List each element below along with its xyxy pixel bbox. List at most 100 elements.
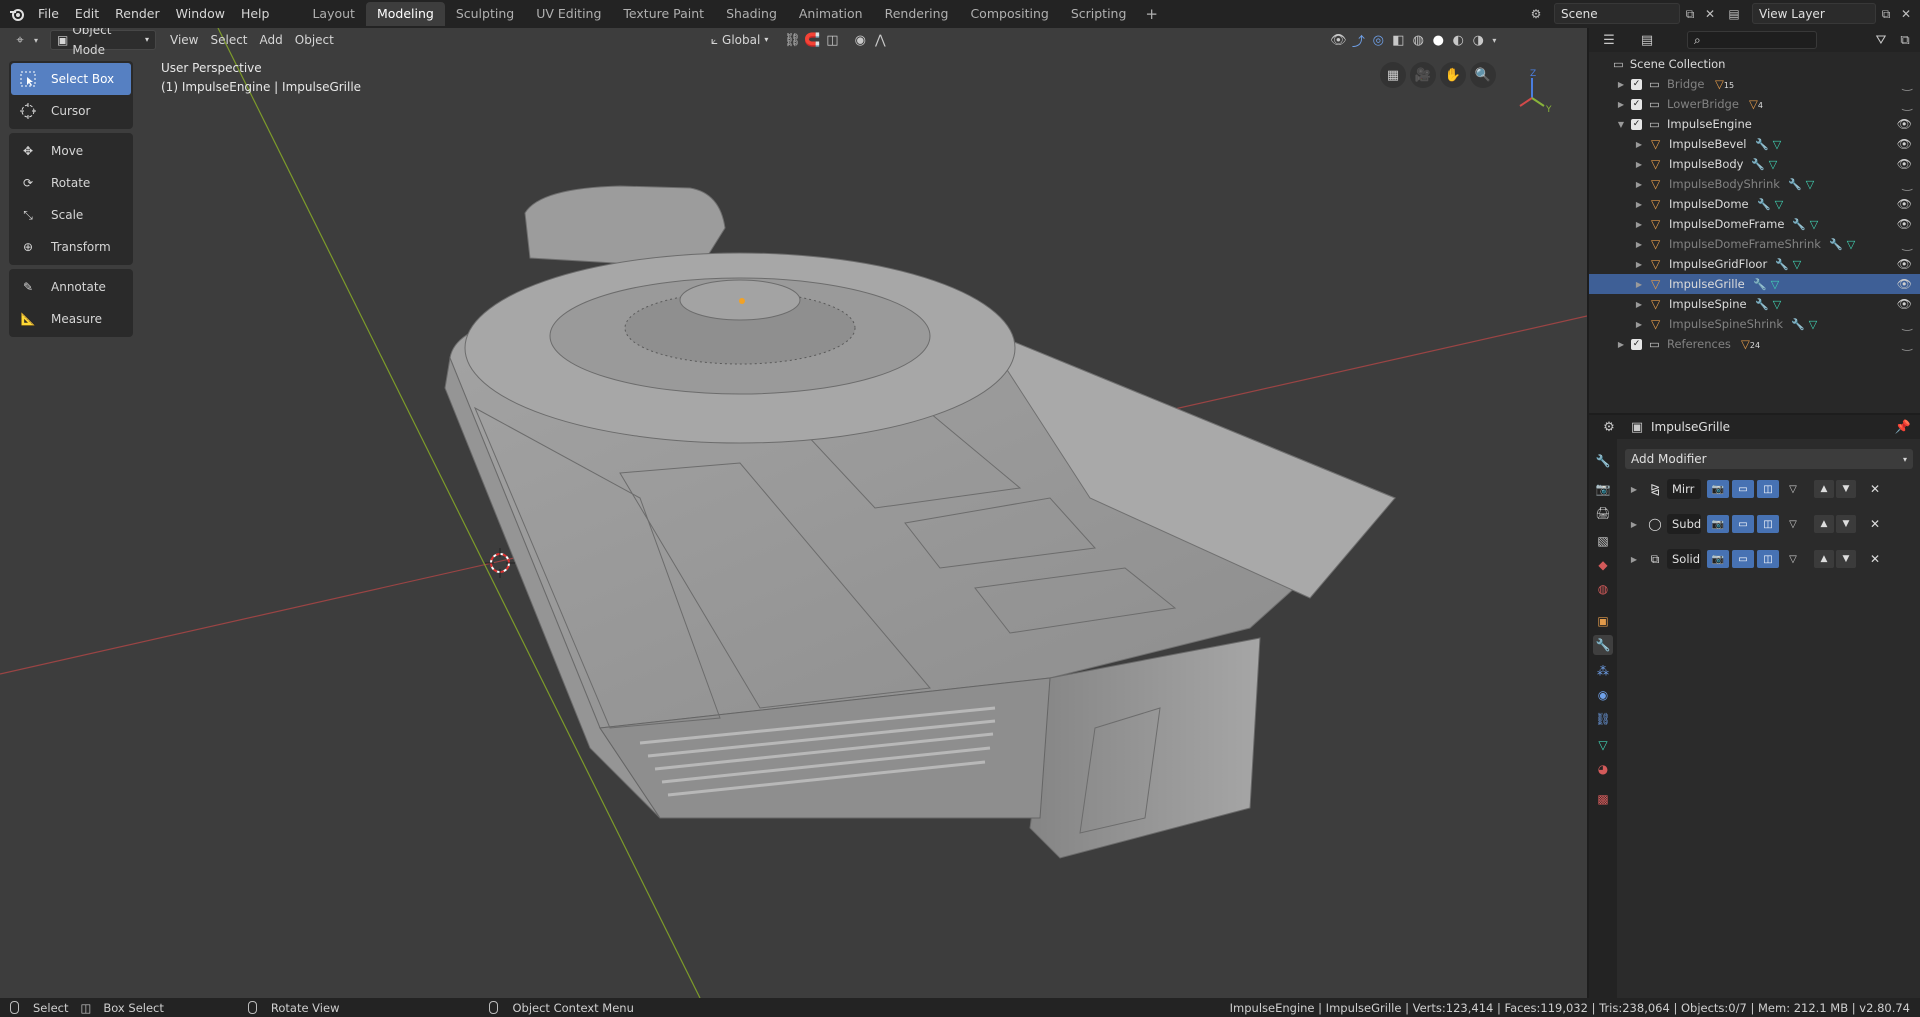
menu-window[interactable]: Window: [168, 0, 233, 28]
pivot-point-icon[interactable]: ⛓: [782, 30, 802, 50]
delete-view-layer-icon[interactable]: ✕: [1896, 4, 1916, 24]
outliner-item[interactable]: ▶ ▽ ImpulseDome 🔧 ▽ 👁: [1589, 194, 1920, 214]
pin-icon[interactable]: 📌: [1893, 417, 1913, 437]
eye-closed-icon[interactable]: ‿: [1902, 97, 1912, 111]
menu-add[interactable]: Add: [254, 30, 289, 50]
modifier-name-field[interactable]: Solid: [1667, 549, 1701, 569]
wireframe-shading-icon[interactable]: ◍: [1408, 30, 1428, 50]
solid-shading-icon[interactable]: ●: [1428, 30, 1448, 50]
remove-modifier-icon[interactable]: ✕: [1870, 552, 1880, 566]
menu-edit[interactable]: Edit: [67, 0, 107, 28]
outliner-item[interactable]: ▶ ▽ ImpulseGrille 🔧 ▽ 👁: [1589, 274, 1920, 294]
tab-modeling[interactable]: Modeling: [365, 2, 445, 26]
outliner-item[interactable]: ▶ ✓ ▭ LowerBridge ▽4 ‿: [1589, 94, 1920, 114]
outliner-item[interactable]: ▶ ✓ ▭ Bridge ▽15 ‿: [1589, 74, 1920, 94]
constraints-tab-icon[interactable]: ⛓: [1593, 709, 1613, 729]
new-collection-icon[interactable]: ⧉: [1895, 30, 1915, 50]
toggle-ortho-icon[interactable]: ▦: [1380, 62, 1406, 88]
scene-name-field[interactable]: Scene: [1554, 3, 1680, 24]
tab-scripting[interactable]: Scripting: [1060, 2, 1138, 26]
eye-icon[interactable]: 👁: [1897, 157, 1912, 171]
tab-sculpting[interactable]: Sculpting: [445, 2, 525, 26]
overlay-icon[interactable]: ◎: [1368, 30, 1388, 50]
filter-icon[interactable]: ⛛: [1871, 30, 1891, 50]
data-tab-icon[interactable]: ▽: [1593, 735, 1613, 755]
eye-icon[interactable]: 👁: [1897, 277, 1912, 291]
tab-compositing[interactable]: Compositing: [959, 2, 1059, 26]
disclosure-open-icon[interactable]: ▼: [1615, 120, 1627, 129]
cage-toggle-icon[interactable]: ▽: [1782, 550, 1804, 568]
rendered-shading-icon[interactable]: ◑: [1468, 30, 1488, 50]
outliner-editor-icon[interactable]: ☰: [1599, 30, 1619, 50]
disclosure-closed-icon[interactable]: ▶: [1615, 100, 1627, 109]
chevron-down-icon[interactable]: ▾: [30, 30, 42, 50]
view-layer-field[interactable]: View Layer: [1752, 3, 1876, 24]
viewport-toggle-icon[interactable]: ▭: [1732, 480, 1754, 498]
view-layer-selector-icon[interactable]: ▤: [1724, 4, 1744, 24]
disclosure-closed-icon[interactable]: ▶: [1633, 260, 1645, 269]
eye-icon[interactable]: 👁: [1897, 137, 1912, 151]
exclude-checkbox[interactable]: ✓: [1631, 338, 1642, 350]
new-view-layer-icon[interactable]: ⧉: [1876, 4, 1896, 24]
editmode-toggle-icon[interactable]: ◫: [1757, 550, 1779, 568]
disclosure-closed-icon[interactable]: ▶: [1625, 520, 1643, 529]
material-tab-icon[interactable]: ◕: [1593, 759, 1613, 779]
falloff-icon[interactable]: ⋀: [870, 30, 890, 50]
eye-closed-icon[interactable]: ‿: [1902, 337, 1912, 351]
exclude-checkbox[interactable]: ✓: [1631, 78, 1642, 90]
outliner-item[interactable]: ▶ ▽ ImpulseDomeFrame 🔧 ▽ 👁: [1589, 214, 1920, 234]
proportional-edit-icon[interactable]: ◉: [850, 30, 870, 50]
tool-scale[interactable]: ⤡ Scale: [11, 199, 131, 231]
snap-icon[interactable]: 🧲: [802, 30, 822, 50]
disclosure-closed-icon[interactable]: ▶: [1633, 180, 1645, 189]
menu-file[interactable]: File: [30, 0, 67, 28]
remove-modifier-icon[interactable]: ✕: [1870, 482, 1880, 496]
outliner-item[interactable]: ▶ ▽ ImpulseDomeFrameShrink 🔧 ▽ ‿: [1589, 234, 1920, 254]
remove-modifier-icon[interactable]: ✕: [1870, 517, 1880, 531]
eye-icon[interactable]: 👁: [1897, 117, 1912, 131]
modifier-tab-icon[interactable]: 🔧: [1593, 635, 1613, 655]
disclosure-closed-icon[interactable]: ▶: [1625, 555, 1643, 564]
menu-render[interactable]: Render: [107, 0, 168, 28]
chevron-down-icon[interactable]: ▾: [1488, 30, 1500, 50]
transform-orientation-select[interactable]: ⟀ Global ▾: [705, 30, 775, 50]
move-down-icon[interactable]: ▼: [1836, 480, 1856, 498]
render-toggle-icon[interactable]: 📷: [1707, 480, 1729, 498]
disclosure-closed-icon[interactable]: ▶: [1633, 200, 1645, 209]
render-tab-icon[interactable]: 📷: [1593, 479, 1613, 499]
viewport-toggle-icon[interactable]: ▭: [1732, 550, 1754, 568]
tab-shading[interactable]: Shading: [715, 2, 788, 26]
texture-tab-icon[interactable]: ▩: [1593, 789, 1613, 809]
gizmo-icon[interactable]: ⤴: [1348, 30, 1368, 50]
editmode-toggle-icon[interactable]: ◫: [1757, 480, 1779, 498]
eye-closed-icon[interactable]: ‿: [1902, 237, 1912, 251]
menu-object[interactable]: Object: [289, 30, 340, 50]
move-up-icon[interactable]: ▲: [1814, 550, 1834, 568]
tool-select-box[interactable]: Select Box: [11, 63, 131, 95]
mode-select[interactable]: ▣ Object Mode ▾: [50, 28, 156, 57]
outliner-item[interactable]: ▶ ▽ ImpulseGridFloor 🔧 ▽ 👁: [1589, 254, 1920, 274]
blender-logo-icon[interactable]: [4, 1, 30, 27]
eye-icon[interactable]: 👁: [1897, 197, 1912, 211]
tool-tab-icon[interactable]: 🔧: [1593, 451, 1613, 471]
tab-uv-editing[interactable]: UV Editing: [525, 2, 612, 26]
outliner-item[interactable]: ▼ ✓ ▭ ImpulseEngine 👁: [1589, 114, 1920, 134]
scene-tab-icon[interactable]: ◆: [1593, 555, 1613, 575]
disclosure-closed-icon[interactable]: ▶: [1633, 300, 1645, 309]
3d-viewport[interactable]: Z Y ⌖ ▾ ▣ Object Mode ▾ View Select Add …: [0, 28, 1587, 998]
display-mode-icon[interactable]: ▤: [1637, 30, 1657, 50]
menu-help[interactable]: Help: [233, 0, 278, 28]
editor-type-icon[interactable]: ⌖: [10, 30, 30, 50]
modifier-row[interactable]: ▶ ⧎ Mirr 📷 ▭ ◫ ▽ ▲ ▼ ✕: [1625, 477, 1913, 501]
disclosure-closed-icon[interactable]: ▶: [1633, 160, 1645, 169]
tool-annotate[interactable]: ✎ Annotate: [11, 271, 131, 303]
snap-target-icon[interactable]: ◫: [822, 30, 842, 50]
outliner-item[interactable]: ▶ ▽ ImpulseBevel 🔧 ▽ 👁: [1589, 134, 1920, 154]
new-scene-icon[interactable]: ⧉: [1680, 4, 1700, 24]
disclosure-closed-icon[interactable]: ▶: [1625, 485, 1643, 494]
tab-layout[interactable]: Layout: [301, 2, 366, 26]
outliner-item[interactable]: ▶ ▽ ImpulseBody 🔧 ▽ 👁: [1589, 154, 1920, 174]
zoom-view-icon[interactable]: 🔍: [1470, 62, 1496, 88]
render-toggle-icon[interactable]: 📷: [1707, 515, 1729, 533]
outliner-item[interactable]: ▶ ✓ ▭ References ▽24 ‿: [1589, 334, 1920, 354]
